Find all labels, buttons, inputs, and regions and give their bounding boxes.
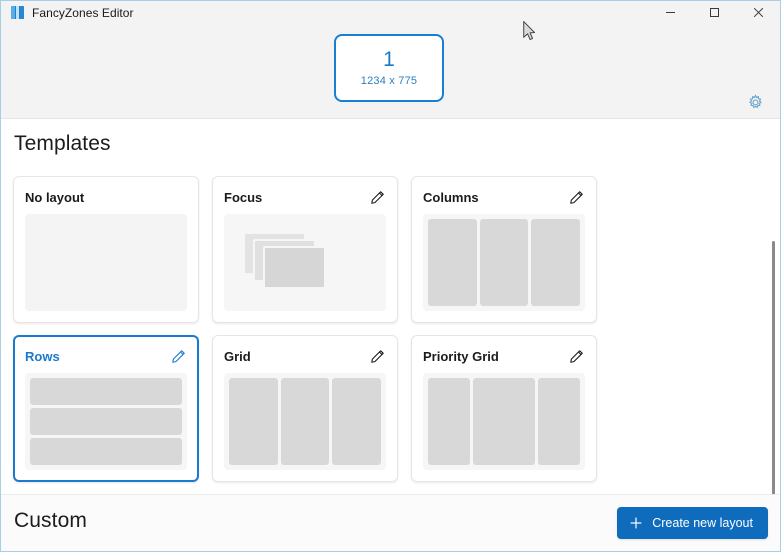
- layout-card-grid[interactable]: Grid: [212, 335, 398, 482]
- edit-layout-button[interactable]: [169, 347, 187, 365]
- title-bar-left: FancyZones Editor: [1, 6, 134, 19]
- templates-heading: Templates: [14, 132, 111, 155]
- monitor-selector-header: 1 1234 x 775: [1, 24, 780, 119]
- preview-zone: [229, 378, 278, 465]
- monitor-resolution: 1234 x 775: [360, 75, 418, 88]
- preview-zone: [473, 378, 535, 465]
- layout-card-columns[interactable]: Columns: [411, 176, 597, 323]
- layout-preview: [423, 373, 585, 470]
- layout-card-rows[interactable]: Rows: [13, 335, 199, 482]
- pencil-icon: [171, 349, 185, 363]
- pencil-icon: [569, 190, 583, 204]
- layout-name: Grid: [224, 348, 251, 364]
- preview-zone: [479, 219, 529, 306]
- layout-preview: [224, 373, 386, 470]
- fancyzones-icon: [11, 6, 24, 19]
- create-new-layout-button[interactable]: Create new layout: [617, 507, 768, 539]
- preview-zone: [428, 219, 477, 306]
- pencil-icon: [370, 349, 384, 363]
- layout-card-no-layout[interactable]: No layout: [13, 176, 199, 323]
- templates-scroll-area: Templates No layout Focus Columns Rows G…: [1, 119, 780, 494]
- monitor-number: 1: [383, 47, 395, 71]
- preview-zone: [332, 378, 382, 465]
- card-header: Grid: [224, 346, 386, 366]
- preview-zone: [30, 438, 182, 465]
- edit-layout-button[interactable]: [567, 188, 585, 206]
- layout-card-focus[interactable]: Focus: [212, 176, 398, 323]
- minimize-icon: [665, 12, 675, 13]
- template-cards-grid: No layout Focus Columns Rows Grid Priori…: [13, 176, 613, 482]
- layout-preview: [25, 373, 187, 470]
- main-content: Templates No layout Focus Columns Rows G…: [1, 119, 780, 494]
- layout-name: Focus: [224, 189, 263, 205]
- preview-zone: [537, 378, 580, 465]
- close-icon: [753, 7, 763, 18]
- card-header: Rows: [25, 346, 187, 366]
- monitor-card-1[interactable]: 1 1234 x 775: [334, 34, 444, 102]
- preview-zone: [428, 378, 471, 465]
- fancyzones-editor-window: FancyZones Editor 1 1234 x 775 Templates…: [0, 0, 781, 552]
- edit-layout-button[interactable]: [368, 347, 386, 365]
- layout-preview: [25, 214, 187, 311]
- plus-icon: [629, 516, 643, 530]
- preview-zone: [531, 219, 581, 306]
- layout-card-priority-grid[interactable]: Priority Grid: [411, 335, 597, 482]
- layout-preview: [224, 214, 386, 311]
- window-title: FancyZones Editor: [32, 5, 134, 20]
- custom-heading: Custom: [14, 509, 87, 532]
- gear-icon: [748, 93, 762, 108]
- maximize-icon: [709, 8, 719, 17]
- close-button[interactable]: [736, 1, 780, 24]
- layout-name: Columns: [423, 189, 479, 205]
- scrollbar-thumb[interactable]: [772, 241, 775, 494]
- preview-zone: [280, 378, 330, 465]
- layout-name: No layout: [25, 189, 85, 205]
- title-bar: FancyZones Editor: [1, 1, 780, 24]
- layout-preview: [423, 214, 585, 311]
- pencil-icon: [370, 190, 384, 204]
- layout-name: Rows: [25, 348, 60, 364]
- vertical-scrollbar[interactable]: [768, 237, 779, 494]
- layout-name: Priority Grid: [423, 348, 499, 364]
- maximize-button[interactable]: [692, 1, 736, 24]
- card-header: Focus: [224, 187, 386, 207]
- window-controls: [648, 1, 780, 24]
- edit-layout-button[interactable]: [368, 188, 386, 206]
- minimize-button[interactable]: [648, 1, 692, 24]
- card-header: No layout: [25, 187, 187, 207]
- card-header: Priority Grid: [423, 346, 585, 366]
- preview-zone: [30, 408, 182, 435]
- card-header: Columns: [423, 187, 585, 207]
- create-new-layout-label: Create new layout: [652, 516, 753, 530]
- edit-layout-button[interactable]: [567, 347, 585, 365]
- settings-button[interactable]: [744, 91, 766, 113]
- preview-zone: [263, 246, 326, 289]
- custom-section-bar: Custom Create new layout: [1, 494, 780, 551]
- preview-zone: [30, 378, 182, 405]
- pencil-icon: [569, 349, 583, 363]
